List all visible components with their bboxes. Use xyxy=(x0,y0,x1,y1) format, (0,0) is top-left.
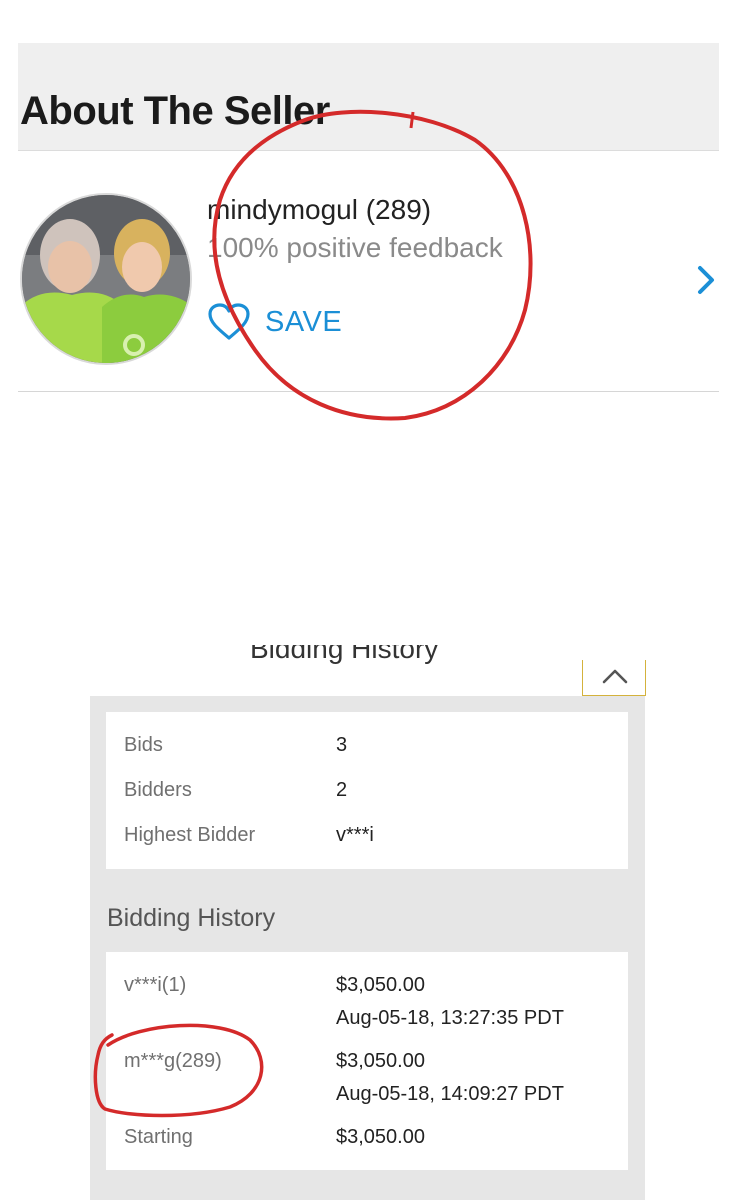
seller-card[interactable]: mindymogul (289) 100% positive feedback … xyxy=(18,152,719,392)
section-title: About The Seller xyxy=(20,89,330,133)
bid-history-list: v***i(1) $3,050.00 Aug-05-18, 13:27:35 P… xyxy=(106,952,628,1170)
bid-summary-card: Bids 3 Bidders 2 Highest Bidder v***i xyxy=(106,712,628,869)
bid-row-amount: $3,050.00 xyxy=(336,974,425,996)
bid-row-time: Aug-05-18, 14:09:27 PDT xyxy=(336,1083,564,1105)
collapse-button[interactable] xyxy=(582,660,646,696)
bidding-history-title-cropped: Bidding History xyxy=(250,645,450,669)
bids-value: 3 xyxy=(336,734,348,756)
seller-section-header: About The Seller xyxy=(18,43,719,151)
bidding-history-title-text: Bidding History xyxy=(250,645,439,664)
bidders-label: Bidders xyxy=(124,779,192,801)
seller-name[interactable]: mindymogul (289) xyxy=(207,194,431,226)
seller-feedback: 100% positive feedback xyxy=(207,232,503,263)
chevron-up-icon xyxy=(602,669,628,684)
bidding-panel: Bids 3 Bidders 2 Highest Bidder v***i Bi… xyxy=(90,696,645,1200)
save-seller-button[interactable]: SAVE xyxy=(207,300,367,344)
bidding-history-heading: Bidding History xyxy=(107,904,276,932)
highest-bidder-label: Highest Bidder xyxy=(124,824,256,846)
bid-row-bidder: m***g(289) xyxy=(124,1050,222,1072)
bid-row-time: Aug-05-18, 13:27:35 PDT xyxy=(336,1007,564,1029)
bid-row-amount: $3,050.00 xyxy=(336,1126,425,1148)
bid-row-bidder: Starting xyxy=(124,1126,193,1148)
bid-row-amount: $3,050.00 xyxy=(336,1050,425,1072)
chevron-right-icon[interactable] xyxy=(694,262,718,298)
highest-bidder-value: v***i xyxy=(336,824,374,846)
heart-icon xyxy=(208,303,250,340)
seller-avatar[interactable] xyxy=(20,193,192,365)
bids-label: Bids xyxy=(124,734,163,756)
bid-row-bidder: v***i(1) xyxy=(124,974,187,996)
save-label: SAVE xyxy=(265,305,343,338)
bidders-value: 2 xyxy=(336,779,348,801)
